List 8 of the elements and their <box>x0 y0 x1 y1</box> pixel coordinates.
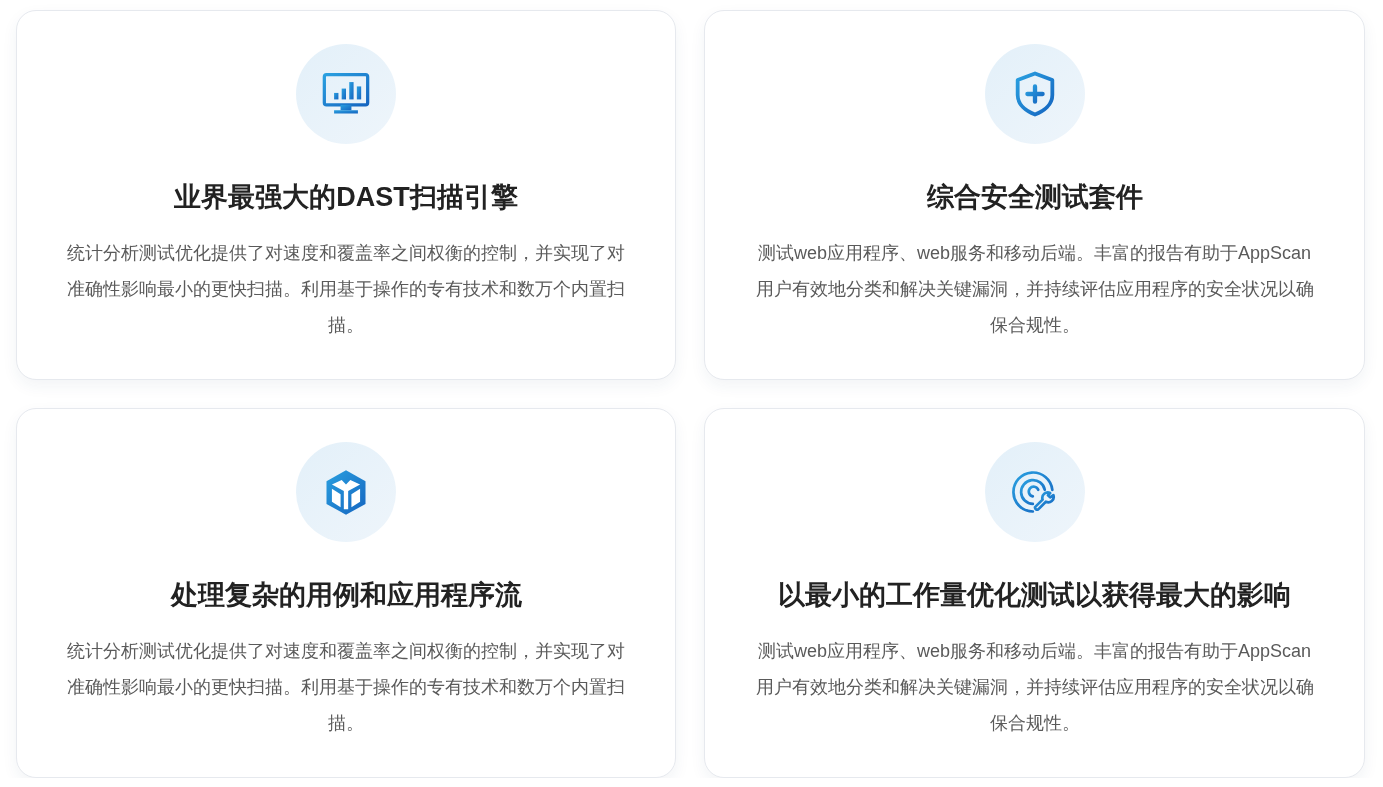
feature-title: 处理复杂的用例和应用程序流 <box>169 579 523 612</box>
feature-description: 测试web应用程序、web服务和移动后端。丰富的报告有助于AppScan用户有效地分类和解决关键漏洞，并持续评估应用程序的安全状况以确保合规性。 <box>754 242 1315 338</box>
feature-description: 统计分析测试优化提供了对速度和覆盖率之间权衡的控制，并实现了对准确性影响最小的更快扫描。利用基于操作的专有技术和数万个内置扫描。 <box>66 640 626 736</box>
feature-description: 测试web应用程序、web服务和移动后端。丰富的报告有助于AppScan用户有效地分类和解决关键漏洞，并持续评估应用程序的安全状况以确保合规性。 <box>754 640 1315 736</box>
feature-title: 业界最强大的DAST扫描引擎 <box>173 181 519 214</box>
feature-title: 以最小的工作量优化测试以获得最大的影响 <box>777 579 1292 612</box>
feature-description: 统计分析测试优化提供了对速度和覆盖率之间权衡的控制，并实现了对准确性影响最小的更快扫描。利用基于操作的专有技术和数万个内置扫描。 <box>66 242 626 338</box>
feature-title: 综合安全测试套件 <box>925 181 1144 214</box>
